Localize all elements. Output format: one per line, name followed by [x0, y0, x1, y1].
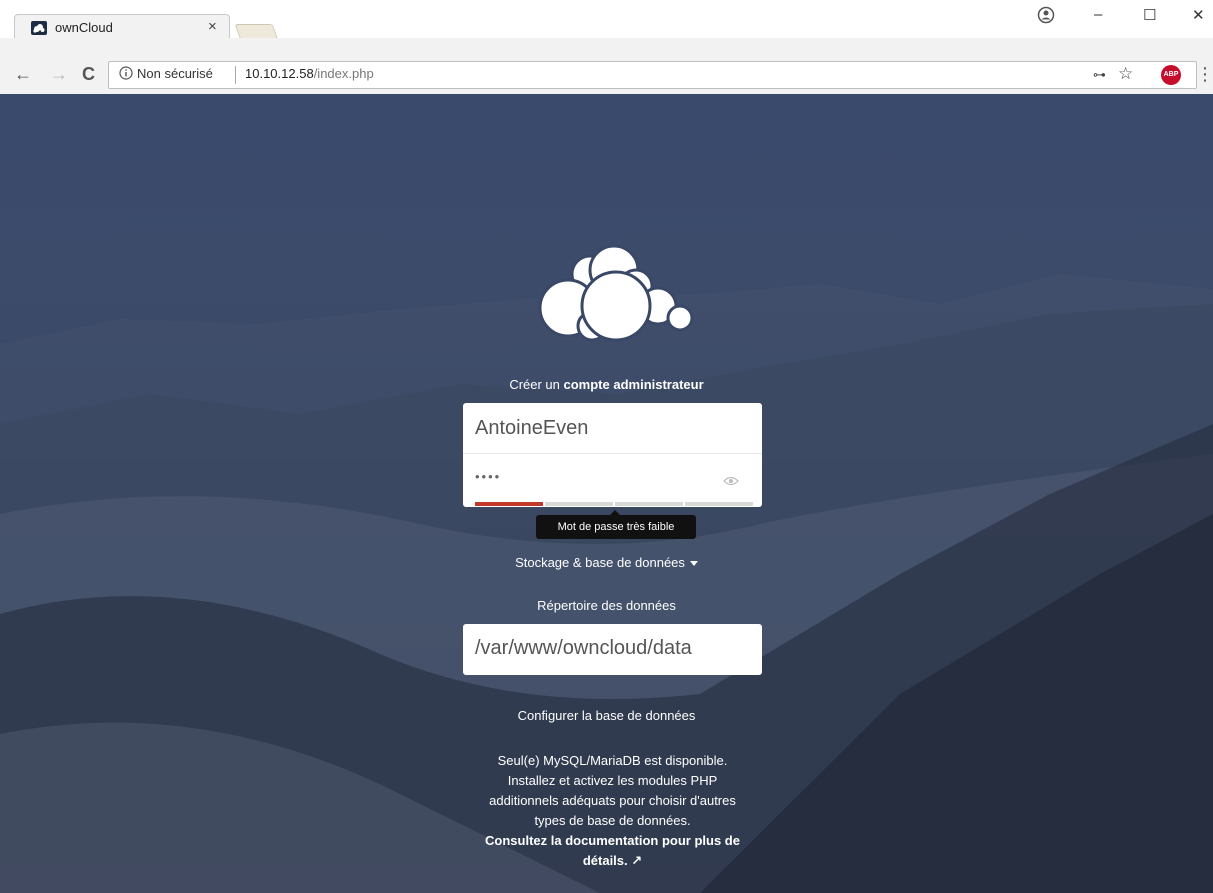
- db-info-line: additionnels adéquats pour choisir d'aut…: [489, 793, 736, 808]
- db-info-line: Installez et activez les modules PHP: [507, 773, 718, 788]
- url-separator: [235, 66, 236, 84]
- adblock-plus-icon[interactable]: ABP: [1161, 65, 1181, 85]
- star-icon[interactable]: ☆: [1118, 64, 1133, 84]
- address-bar[interactable]: Non sécurisé 10.10.12.58/index.php ⊶ ☆ A…: [108, 61, 1197, 89]
- username-field[interactable]: AntoineEven: [463, 403, 762, 454]
- window-close-button[interactable]: ✕: [1192, 6, 1205, 24]
- db-info-text: Seul(e) MySQL/MariaDB est disponible. In…: [463, 751, 762, 871]
- db-info-line: types de base de données.: [534, 813, 691, 828]
- page-content: Créer un compte administrateur AntoineEv…: [0, 94, 1213, 893]
- info-icon[interactable]: [119, 66, 133, 80]
- eye-icon[interactable]: [723, 476, 739, 486]
- heading-bold: compte administrateur: [563, 377, 704, 392]
- forward-arrow-icon[interactable]: →: [50, 64, 68, 85]
- browser-tab[interactable]: ownCloud ×: [14, 14, 230, 41]
- heading-prefix: Créer un: [509, 377, 560, 392]
- security-label[interactable]: Non sécurisé: [137, 66, 213, 81]
- key-icon[interactable]: ⊶: [1093, 67, 1106, 83]
- caret-down-icon: [689, 561, 698, 567]
- db-info-line: Seul(e) MySQL/MariaDB est disponible.: [497, 753, 728, 768]
- url-path: /index.php: [313, 66, 374, 81]
- strength-segment: [545, 502, 613, 506]
- data-dir-field[interactable]: /var/www/owncloud/data: [463, 624, 762, 675]
- reload-icon[interactable]: C: [82, 64, 95, 85]
- back-arrow-icon[interactable]: ←: [14, 64, 32, 85]
- storage-database-toggle[interactable]: Stockage & base de données: [0, 555, 1213, 570]
- documentation-link[interactable]: Consultez la documentation pour plus de …: [463, 831, 762, 871]
- strength-segment: [615, 502, 683, 506]
- password-strength-tooltip: Mot de passe très faible: [536, 510, 696, 539]
- maximize-button[interactable]: ☐: [1143, 6, 1156, 24]
- tab-title: ownCloud: [55, 20, 113, 35]
- storage-toggle-label: Stockage & base de données: [515, 555, 685, 570]
- profile-icon[interactable]: [1037, 6, 1055, 24]
- owncloud-favicon-icon: [31, 21, 47, 35]
- data-dir-label: Répertoire des données: [537, 598, 676, 613]
- minimize-button[interactable]: –: [1094, 6, 1102, 23]
- admin-credentials-box: AntoineEven ••••: [463, 403, 762, 507]
- page-title: Créer un compte administrateur: [0, 377, 1213, 392]
- kebab-menu-icon[interactable]: ⋮: [1196, 64, 1213, 85]
- owncloud-logo-icon: [538, 246, 694, 342]
- password-field[interactable]: ••••: [463, 455, 762, 507]
- strength-segment: [685, 502, 753, 506]
- tab-close-button[interactable]: ×: [208, 18, 217, 35]
- db-config-label: Configurer la base de données: [517, 708, 696, 723]
- url-text[interactable]: 10.10.12.58/index.php: [245, 66, 374, 81]
- strength-segment: [475, 502, 543, 506]
- url-host: 10.10.12.58: [245, 66, 314, 81]
